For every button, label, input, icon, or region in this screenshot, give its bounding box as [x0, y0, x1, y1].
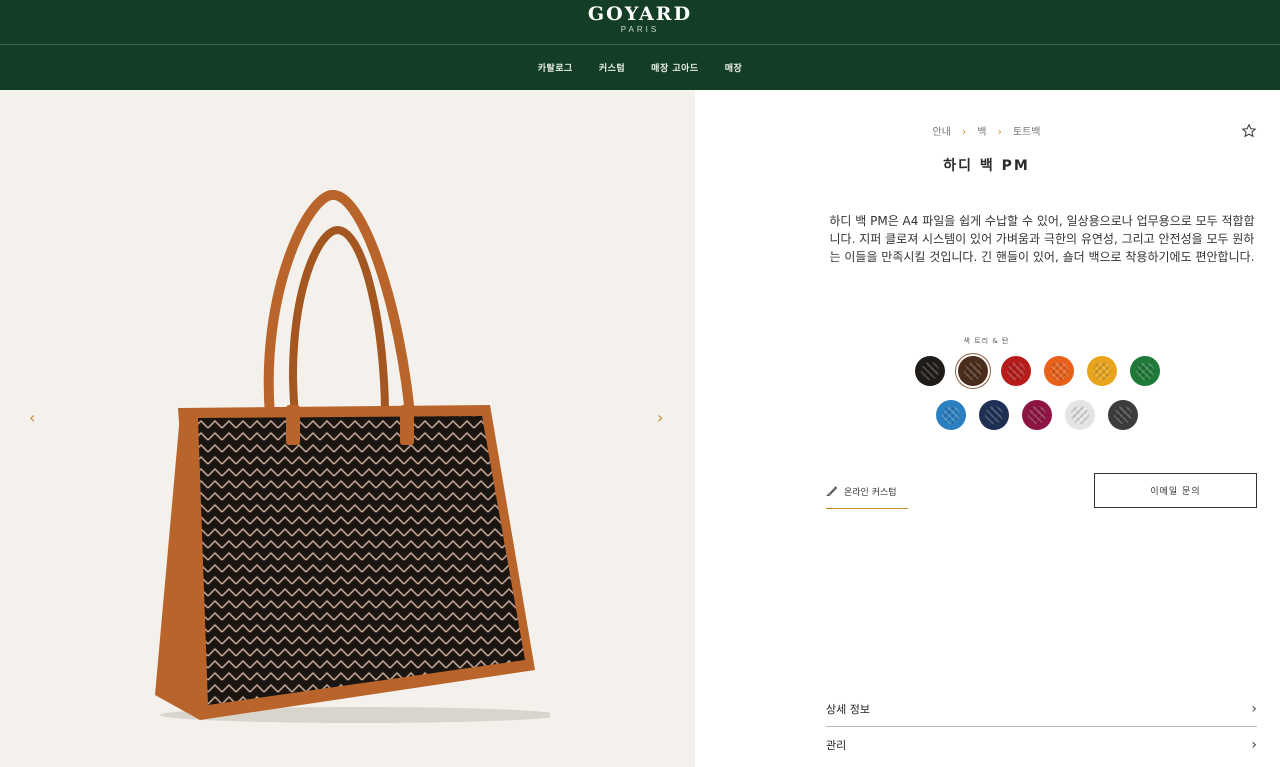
accordion-care-label: 관리: [826, 739, 847, 752]
color-swatch[interactable]: [1001, 356, 1031, 386]
product-image: [155, 190, 550, 723]
chevron-right-icon: ›: [1251, 737, 1257, 753]
product-title: 하디 백 PM: [943, 158, 1030, 174]
color-swatch[interactable]: [915, 356, 945, 386]
online-custom-label: 온라인 커스텀: [844, 488, 897, 498]
prev-image-arrow-icon[interactable]: ‹: [29, 408, 35, 427]
color-swatch[interactable]: [979, 400, 1009, 430]
email-inquiry-button[interactable]: 이메일 문의: [1094, 473, 1257, 508]
color-swatch[interactable]: [1022, 400, 1052, 430]
color-label: 색 트리 & 탄: [963, 337, 1010, 345]
color-swatch[interactable]: [1044, 356, 1074, 386]
accordion-care[interactable]: 관리 ›: [826, 727, 1257, 763]
chevron-right-icon: ›: [1251, 700, 1257, 717]
breadcrumb: 안내 › 백 › 토트백: [639, 123, 1280, 138]
breadcrumb-item-tote[interactable]: 토트백: [1013, 127, 1041, 138]
nav-item-guide[interactable]: 매장 고아드: [651, 61, 699, 74]
header-divider: [0, 44, 1280, 45]
brand-sub: PARIS: [620, 25, 660, 34]
product-description: 하디 백 PM은 A4 파일을 쉽게 수납할 수 있어, 일상용으로나 업무용으…: [829, 214, 1255, 264]
accordion-details-label: 상세 정보: [826, 702, 870, 716]
product-gallery: ‹ ›: [0, 90, 695, 767]
swatch-row-1: [915, 356, 1160, 386]
brand-logo[interactable]: GOYARD PARIS: [0, 3, 1280, 35]
breadcrumb-item-guide[interactable]: 안내: [933, 127, 951, 138]
online-custom-link[interactable]: 온라인 커스텀: [826, 485, 908, 509]
color-swatch[interactable]: [1130, 356, 1160, 386]
color-swatch[interactable]: [1108, 400, 1138, 430]
breadcrumb-separator-icon: ›: [962, 127, 967, 138]
brand-name: GOYARD: [587, 3, 693, 25]
product-info: 안내 › 백 › 토트백 하디 백 PM 하디 백 PM은 A4 파일을 쉽게 …: [695, 90, 1280, 767]
nav-item-stores[interactable]: 매장: [725, 61, 743, 74]
color-swatch[interactable]: [1087, 356, 1117, 386]
swatch-row-2: [936, 400, 1138, 430]
color-swatch[interactable]: [958, 356, 988, 386]
accordion-details[interactable]: 상세 정보 ›: [826, 691, 1257, 727]
main-nav: 카탈로그 커스텀 매장 고아드 매장: [0, 61, 1280, 74]
breadcrumb-item-bag[interactable]: 백: [977, 127, 986, 138]
brush-icon: [826, 486, 838, 496]
color-swatch[interactable]: [936, 400, 966, 430]
star-icon[interactable]: [1241, 123, 1257, 139]
nav-item-catalog[interactable]: 카탈로그: [538, 61, 573, 74]
breadcrumb-separator-icon: ›: [997, 127, 1002, 138]
site-header: GOYARD PARIS 카탈로그 커스텀 매장 고아드 매장: [0, 0, 1280, 90]
next-image-arrow-icon[interactable]: ›: [657, 408, 663, 427]
color-swatch[interactable]: [1065, 400, 1095, 430]
nav-item-custom[interactable]: 커스텀: [599, 61, 625, 74]
